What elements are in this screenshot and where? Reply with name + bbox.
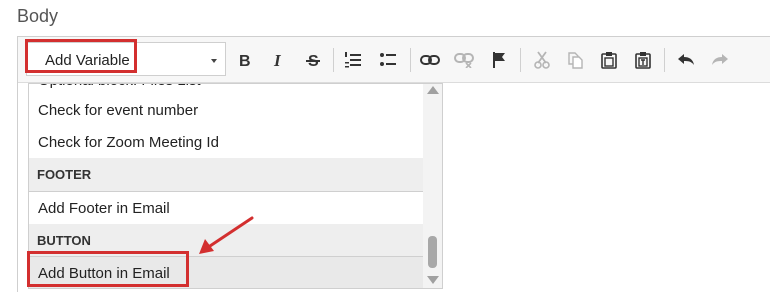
strikethrough-button[interactable]: S	[299, 46, 327, 74]
paste-text-button[interactable]	[629, 46, 657, 74]
svg-text:I: I	[273, 52, 282, 68]
undo-button[interactable]	[672, 46, 700, 74]
paste-button[interactable]	[595, 46, 623, 74]
dropdown-scrollbar[interactable]	[423, 84, 442, 288]
anchor-button[interactable]	[485, 46, 513, 74]
dropdown-group-header: BUTTON	[29, 224, 424, 257]
unlink-button[interactable]	[450, 46, 478, 74]
bulleted-list-button[interactable]	[374, 46, 402, 74]
cut-button[interactable]	[528, 46, 556, 74]
toolbar-divider	[664, 48, 665, 72]
variable-dropdown-menu[interactable]: Optional block: Files List Check for eve…	[28, 83, 443, 289]
redo-button[interactable]	[706, 46, 734, 74]
body-label: Body	[17, 6, 59, 26]
editor-toolbar: Add Variable B I S	[18, 37, 770, 83]
scroll-down-arrow-icon[interactable]	[427, 276, 439, 284]
copy-icon	[568, 52, 583, 69]
numbered-list-icon	[345, 52, 361, 68]
paste-icon	[601, 52, 617, 69]
dropdown-item[interactable]: Check for event number	[29, 101, 424, 133]
dropdown-item-selected[interactable]: Add Button in Email	[29, 257, 424, 288]
bold-button[interactable]: B	[230, 46, 258, 74]
dropdown-group-header: FOOTER	[29, 158, 424, 191]
dropdown-divider	[29, 191, 424, 192]
anchor-flag-icon	[493, 52, 505, 68]
italic-icon: I	[273, 52, 282, 68]
scroll-up-arrow-icon[interactable]	[427, 86, 439, 94]
toolbar-divider	[520, 48, 521, 72]
paste-text-icon	[635, 52, 651, 69]
add-variable-select[interactable]: Add Variable	[26, 42, 226, 76]
strikethrough-icon: S	[306, 53, 320, 68]
italic-button[interactable]: I	[264, 46, 292, 74]
scroll-thumb[interactable]	[428, 236, 437, 268]
chevron-down-icon[interactable]	[211, 59, 217, 63]
dropdown-item[interactable]: Optional block: Files List	[29, 84, 424, 101]
svg-text:B: B	[239, 53, 251, 68]
link-button[interactable]	[416, 46, 444, 74]
undo-icon	[678, 54, 694, 65]
toolbar-divider	[410, 48, 411, 72]
link-icon	[420, 55, 440, 65]
unlink-icon	[454, 53, 474, 68]
toolbar-divider	[333, 48, 334, 72]
bold-icon: B	[239, 53, 251, 68]
redo-icon	[712, 54, 728, 65]
numbered-list-button[interactable]	[339, 46, 367, 74]
copy-button[interactable]	[561, 46, 589, 74]
bulleted-list-icon	[380, 53, 396, 66]
add-variable-label: Add Variable	[45, 52, 130, 69]
cut-icon	[534, 51, 550, 69]
